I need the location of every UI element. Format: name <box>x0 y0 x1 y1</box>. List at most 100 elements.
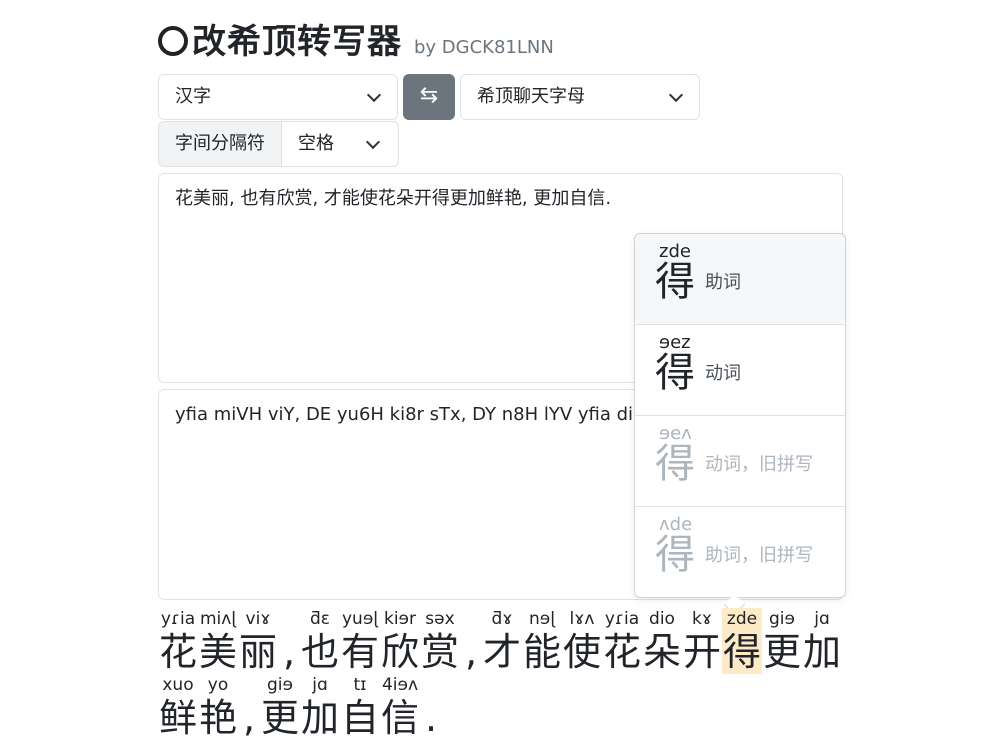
ruby-char[interactable]: dio 朵 <box>642 608 682 674</box>
ruby-reading: tɪ <box>353 675 367 695</box>
ruby-line: yɾia 花 miʌɭ 美 viɤ 丽, ƌɛ 也 yuɘɭ 有 kiɘr 欣 səx 赏, ƌɤ 才 nɘɭ 能… <box>158 608 848 674</box>
ruby-base: . <box>424 696 438 740</box>
ruby-base: , <box>282 630 296 674</box>
input-text: 花美丽, 也有欣赏, 才能使花朵开得更加鲜艳, 更加自信. <box>175 188 612 209</box>
reading-option[interactable]: ʌde 得 助词，旧拼写 <box>635 507 845 597</box>
ruby-base: 花 <box>158 630 197 674</box>
ruby-char[interactable]: tɪ 自 <box>340 674 380 740</box>
ruby-reading: nɘɭ <box>529 609 555 629</box>
ruby-reading: yɾia <box>160 609 196 629</box>
ruby-base: 自 <box>340 696 379 740</box>
reading-desc: 动词 <box>705 363 741 384</box>
ruby-char[interactable]: yɾia 花 <box>158 608 198 674</box>
ruby-char[interactable]: kɤ 开 <box>682 608 722 674</box>
reading-option[interactable]: ɘeʌ 得 动词，旧拼写 <box>635 416 845 507</box>
ruby-char[interactable]: 4iɘʌ 信 <box>380 674 420 740</box>
ruby-punctuation: , <box>460 608 482 674</box>
reading-char: 得 <box>655 532 695 578</box>
ruby-char[interactable]: jɑ 加 <box>300 674 340 740</box>
ruby-char[interactable]: yo 艳 <box>198 674 238 740</box>
ruby-reading: lɤʌ <box>569 609 595 629</box>
ruby-base: 鲜 <box>158 696 197 740</box>
ruby-base: , <box>242 696 256 740</box>
ruby-char[interactable]: nɘɭ 能 <box>522 608 562 674</box>
ruby-char[interactable]: kiɘr 欣 <box>380 608 420 674</box>
reading-popover: zde 得 助词 ɘez 得 动词 ɘeʌ 得 动词，旧拼写 ʌde 得 助词，… <box>634 233 846 598</box>
ruby-reading: xuo <box>162 675 194 695</box>
target-script-value: 希顶聊天字母 <box>477 86 585 107</box>
ruby-char[interactable]: xuo 鲜 <box>158 674 198 740</box>
ruby-char[interactable]: səx 赏 <box>420 608 460 674</box>
ruby-punctuation: . <box>420 674 442 740</box>
ruby-base: 赏 <box>420 630 459 674</box>
ruby-base: 加 <box>300 696 339 740</box>
source-script-select[interactable]: 汉字 <box>158 74 398 120</box>
ruby-reading: jɑ <box>312 675 328 695</box>
ruby-preview: yɾia 花 miʌɭ 美 viɤ 丽, ƌɛ 也 yuɘɭ 有 kiɘr 欣 səx 赏, ƌɤ 才 nɘɭ 能… <box>158 608 848 740</box>
ruby-reading: giɘ <box>769 609 795 629</box>
ruby-char[interactable]: miʌɭ 美 <box>198 608 238 674</box>
reading-char: 得 <box>655 441 695 487</box>
swap-arrows-icon: ⇆ <box>419 83 439 108</box>
ruby-reading: viɤ <box>245 609 271 629</box>
page-title: 改希顶转写器 <box>192 22 402 62</box>
ruby-punctuation: , <box>278 608 300 674</box>
reading-char: 得 <box>655 259 695 305</box>
ruby-char[interactable]: yuɘɭ 有 <box>340 608 380 674</box>
target-script-select[interactable]: 希顶聊天字母 <box>460 74 700 120</box>
ruby-punctuation: , <box>238 674 260 740</box>
ruby-reading: zde <box>726 609 758 629</box>
ruby-reading: giɘ <box>267 675 293 695</box>
reading-char: 得 <box>655 350 695 396</box>
reading-option[interactable]: ɘez 得 动词 <box>635 325 845 416</box>
ruby-base: 才 <box>482 630 521 674</box>
ruby-char[interactable]: yɾia 花 <box>602 608 642 674</box>
ruby-base: 欣 <box>380 630 419 674</box>
ruby-reading: dio <box>649 609 675 629</box>
ruby-reading: kiɘr <box>383 609 417 629</box>
ruby-base: 更 <box>260 696 299 740</box>
ruby-reading: jɑ <box>814 609 830 629</box>
reading-desc: 助词，旧拼写 <box>705 545 813 566</box>
ruby-reading: yo <box>207 675 229 695</box>
ruby-base: 花 <box>602 630 641 674</box>
ruby-base: 丽 <box>238 630 277 674</box>
ruby-base: 加 <box>802 630 841 674</box>
ruby-line: xuo 鲜 yo 艳, giɘ 更 jɑ 加 tɪ 自 4iɘʌ 信. <box>158 674 848 740</box>
logo-circle-icon <box>158 26 188 56</box>
ruby-base: 朵 <box>642 630 681 674</box>
ruby-base: 使 <box>562 630 601 674</box>
ruby-char[interactable]: giɘ 更 <box>260 674 300 740</box>
reading-option[interactable]: zde 得 助词 <box>635 234 845 325</box>
ruby-char[interactable]: ƌɛ 也 <box>300 608 340 674</box>
ruby-char[interactable]: giɘ 更 <box>762 608 802 674</box>
chevron-down-icon <box>366 87 382 103</box>
ruby-reading: səx <box>425 609 455 629</box>
ruby-char[interactable]: viɤ 丽 <box>238 608 278 674</box>
ruby-char[interactable]: ƌɤ 才 <box>482 608 522 674</box>
reading-desc: 助词 <box>705 272 741 293</box>
ruby-base: , <box>464 630 478 674</box>
separator-select[interactable]: 空格 <box>282 122 398 166</box>
ruby-char[interactable]: lɤʌ 使 <box>562 608 602 674</box>
ruby-reading: ƌɤ <box>491 609 513 629</box>
reading-desc: 动词，旧拼写 <box>705 454 813 475</box>
ruby-char[interactable]: jɑ 加 <box>802 608 842 674</box>
swap-button[interactable]: ⇆ <box>403 74 455 120</box>
chevron-down-icon <box>668 87 684 103</box>
separator-group: 字间分隔符 空格 <box>158 121 399 167</box>
ruby-reading: ƌɛ <box>310 609 330 629</box>
ruby-base: 得 <box>722 630 761 674</box>
separator-label: 字间分隔符 <box>159 122 282 166</box>
separator-value: 空格 <box>298 133 334 154</box>
ruby-base: 能 <box>522 630 561 674</box>
chevron-down-icon <box>365 134 381 150</box>
ruby-base: 更 <box>762 630 801 674</box>
source-script-value: 汉字 <box>175 86 211 107</box>
ruby-char[interactable]: zde 得 <box>722 608 762 674</box>
ruby-base: 开 <box>682 630 721 674</box>
ruby-reading: miʌɭ <box>199 609 237 629</box>
ruby-base: 有 <box>340 630 379 674</box>
ruby-reading: kɤ <box>692 609 712 629</box>
ruby-base: 艳 <box>198 696 237 740</box>
